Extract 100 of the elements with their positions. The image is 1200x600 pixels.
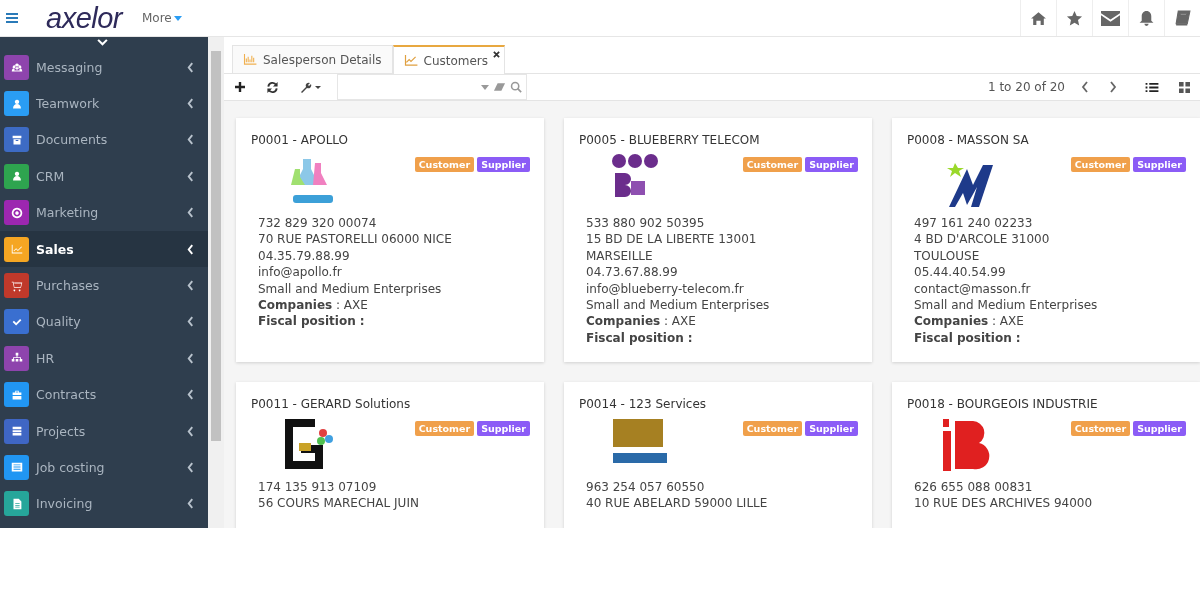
status-tag: Customer: [1070, 157, 1131, 172]
chevron-left-icon: [187, 243, 194, 255]
card-field: MARSEILLE: [586, 247, 858, 265]
card-field: Fiscal position :: [258, 313, 530, 330]
chevron-down-icon[interactable]: [96, 39, 108, 46]
customer-card[interactable]: P0008 - MASSON SA Customer Supplier 497 161 240 02233 4 BD D'ARCOLE 31000 TOULOUSE 05.44.40.54.99 contact@masson.fr Small and Medium Enterprises Companies : AXE Fiscal position :: [892, 118, 1200, 362]
status-tag: Customer: [414, 421, 475, 436]
chevron-left-icon: [187, 280, 194, 292]
card-field: 4 BD D'ARCOLE 31000: [914, 231, 1186, 248]
chevron-left-icon: [187, 170, 194, 182]
status-tag: Supplier: [1133, 421, 1186, 436]
card-field: Small and Medium Enterprises: [586, 297, 858, 314]
chevron-left-icon: [187, 207, 194, 219]
card-title: P0005 - BLUEBERRY TELECOM: [579, 133, 761, 147]
card-field: 963 254 057 60550: [586, 479, 858, 496]
card-field: Companies : AXE: [586, 313, 858, 330]
card-field: 04.73.67.88.99: [586, 264, 858, 281]
status-tag: Customer: [1070, 421, 1131, 436]
card-field: Fiscal position :: [914, 329, 1186, 347]
card-field: TOULOUSE: [914, 247, 1186, 265]
sidebar-item[interactable]: Messaging: [0, 49, 208, 86]
card-field: 497 161 240 02233: [914, 215, 1186, 232]
card-field: 732 829 320 00074: [258, 215, 530, 232]
card-field: 56 COURS MARECHAL JUIN: [258, 495, 530, 512]
sidebar-item[interactable]: Invoicing: [0, 485, 208, 523]
chevron-left-icon: [187, 425, 194, 437]
card-title: P0014 - 123 Services: [579, 397, 708, 411]
customer-card[interactable]: P0011 - GERARD Solutions Customer Supplier 174 135 913 07109 56 COURS MARECHAL JUIN: [236, 382, 544, 528]
card-field: 05.44.40.54.99: [914, 264, 1186, 281]
chevron-left-icon: [187, 352, 194, 364]
caret-icon: [173, 15, 182, 21]
chevron-left-icon: [187, 61, 194, 73]
sidebar-item[interactable]: Marketing: [0, 194, 208, 231]
sidebar-item[interactable]: Documents: [0, 121, 208, 159]
customer-card[interactable]: P0018 - BOURGEOIS INDUSTRIE Customer Supplier 626 655 088 00831 10 RUE DES ARCHIVES 94000: [892, 382, 1200, 528]
status-tag: Customer: [414, 157, 475, 172]
status-tag: Supplier: [477, 157, 530, 172]
status-tag: Customer: [742, 157, 803, 172]
card-title: P0011 - GERARD Solutions: [251, 397, 412, 411]
sidebar-item[interactable]: Purchases: [0, 267, 208, 304]
chevron-left-icon: [187, 134, 194, 146]
chevron-left-icon: [187, 498, 194, 510]
status-tag: Supplier: [805, 157, 858, 172]
menu-icon[interactable]: [6, 13, 18, 23]
next-icon[interactable]: [1109, 81, 1117, 93]
status-tag: Customer: [742, 421, 803, 436]
card-field: 626 655 088 00831: [914, 479, 1186, 496]
sidebar-item[interactable]: Teamwork: [0, 85, 208, 122]
refresh-icon[interactable]: [266, 80, 279, 94]
card-field: Small and Medium Enterprises: [914, 297, 1186, 314]
customer-card[interactable]: [564, 118, 872, 362]
tab[interactable]: Salesperson Details: [232, 45, 393, 73]
wrench-icon[interactable]: [299, 80, 323, 94]
card-field: 04.35.79.88.99: [258, 247, 530, 265]
pager-text: 1 to 20 of 20: [987, 80, 1065, 94]
app-logo[interactable]: axelor: [46, 1, 122, 35]
chevron-left-icon: [187, 389, 194, 401]
card-title: P0018 - BOURGEOIS INDUSTRIE: [907, 397, 1099, 411]
card-field: contact@masson.fr: [914, 280, 1186, 298]
sidebar-item[interactable]: Contracts: [0, 376, 208, 413]
chevron-left-icon: [187, 462, 194, 473]
more-menu[interactable]: More: [142, 11, 182, 25]
card-field: Small and Medium Enterprises: [258, 280, 530, 298]
status-tag: Supplier: [477, 421, 530, 436]
close-icon[interactable]: [493, 51, 501, 58]
bar-chart-icon: [243, 54, 257, 65]
scrollbar[interactable]: [208, 37, 224, 528]
card-field: info@apollo.fr: [258, 264, 530, 281]
card-field: 10 RUE DES ARCHIVES 94000: [914, 495, 1186, 512]
previous-icon[interactable]: [1081, 81, 1089, 93]
eraser-icon[interactable]: [493, 82, 506, 92]
search-icon[interactable]: [510, 81, 522, 93]
chevron-left-icon: [187, 98, 194, 110]
customer-card[interactable]: P0014 - 123 Services Customer Supplier 963 254 057 60550 40 RUE ABELARD 59000 LILLE: [564, 382, 872, 528]
tab[interactable]: Customers: [392, 45, 506, 74]
card-field: 70 RUE PASTORELLI 06000 NICE: [258, 231, 530, 248]
card-title: P0001 - APOLLO: [251, 133, 349, 147]
chevron-left-icon: [187, 316, 194, 328]
sidebar-item[interactable]: Job costing: [0, 449, 208, 486]
card-field: info@blueberry-telecom.fr: [586, 280, 858, 298]
card-field: 533 880 902 50395: [586, 215, 858, 232]
list-view-icon[interactable]: [1145, 81, 1159, 93]
card-field: Companies : AXE: [258, 297, 530, 314]
sidebar-item[interactable]: Projects: [0, 412, 208, 450]
caret-icon[interactable]: [481, 84, 489, 90]
sidebar-item[interactable]: Sales: [0, 230, 208, 268]
search-field[interactable]: [337, 74, 527, 100]
card-field: 15 BD DE LA LIBERTE 13001: [586, 231, 858, 248]
card-field: Companies : AXE: [914, 313, 1186, 330]
card-field: Fiscal position :: [586, 329, 858, 347]
plus-icon[interactable]: [234, 81, 246, 93]
sidebar-item[interactable]: HR: [0, 340, 208, 377]
card-title: P0008 - MASSON SA: [907, 133, 1030, 147]
sidebar-item[interactable]: Quality: [0, 303, 208, 341]
customer-card[interactable]: P0001 - APOLLO Customer Supplier 732 829 320 00074 70 RUE PASTORELLI 06000 NICE 04.35.79.88.99 info@apollo.fr Small and Medium Enterprises Companies : AXE Fiscal position :: [236, 118, 544, 362]
card-field: 174 135 913 07109: [258, 479, 530, 496]
status-tag: Supplier: [805, 421, 858, 436]
status-tag: Supplier: [1133, 157, 1186, 172]
grid-view-icon[interactable]: [1179, 81, 1190, 93]
sidebar-item[interactable]: CRM: [0, 158, 208, 195]
